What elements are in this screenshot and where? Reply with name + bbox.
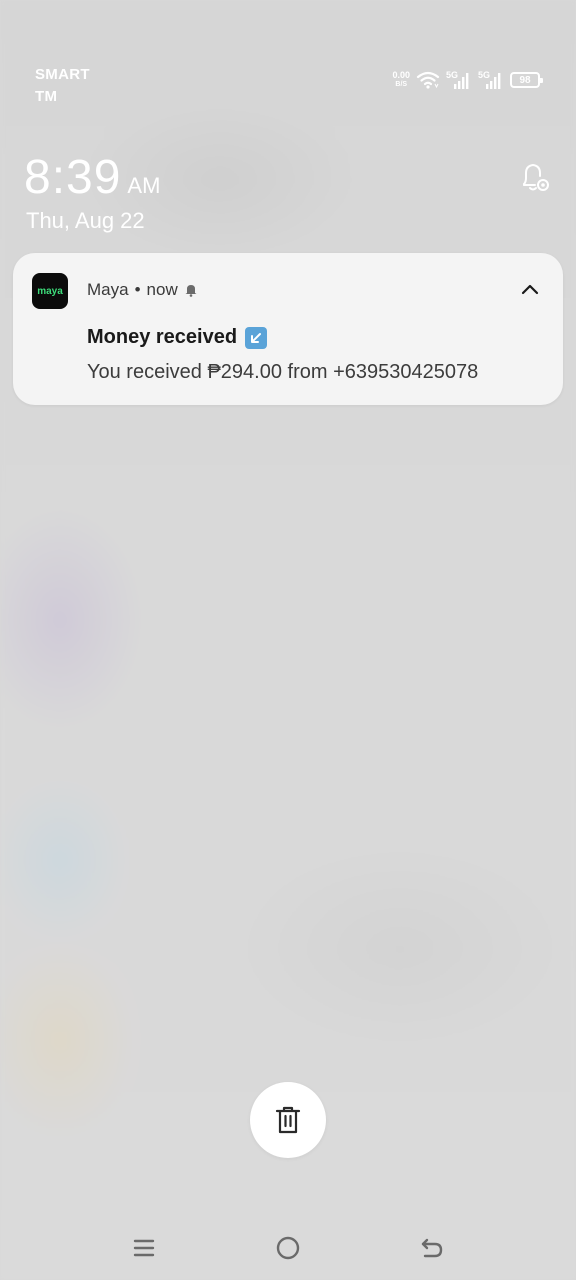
back-button[interactable] <box>418 1234 446 1262</box>
notification-title-text: Money received <box>87 326 238 348</box>
back-icon <box>421 1238 443 1258</box>
carrier-line2: TM <box>35 88 58 105</box>
menu-icon <box>133 1239 155 1257</box>
header-separator: • <box>134 280 141 299</box>
notification-card[interactable]: maya Maya • now Money received You recei… <box>13 253 563 405</box>
signal-sim2: 5G <box>478 70 504 90</box>
carrier-label: SMART TM <box>35 64 90 108</box>
clock-time: 8:39 <box>24 151 122 204</box>
notification-settings-icon[interactable] <box>518 160 552 196</box>
notification-body: You received ₱294.00 from +639530425078 <box>87 361 479 383</box>
signal-icon <box>454 73 469 89</box>
notification-title: Money received <box>87 326 268 349</box>
notification-header: Maya • now <box>87 280 198 300</box>
clock-ampm: AM <box>127 173 161 198</box>
notification-app-name: Maya <box>87 280 129 299</box>
wifi-icon <box>416 71 440 89</box>
battery-icon: 98 <box>510 72 543 88</box>
battery-level: 98 <box>519 74 531 86</box>
notification-timestamp: now <box>146 280 178 299</box>
recents-button[interactable] <box>130 1234 158 1262</box>
status-icons: 0.00 B/S 5G 5G 98 <box>392 70 543 90</box>
app-icon-text: maya <box>37 285 63 297</box>
home-button[interactable] <box>274 1234 302 1262</box>
lockscreen-clock: 8:39 AM <box>24 150 160 205</box>
chevron-up-icon[interactable] <box>517 277 543 303</box>
network-speed-value: 0.00 <box>392 70 410 80</box>
signal-icon <box>486 73 501 89</box>
network-speed: 0.00 B/S <box>392 71 410 89</box>
trash-icon <box>275 1106 301 1134</box>
lockscreen-date: Thu, Aug 22 <box>26 208 145 233</box>
home-icon <box>276 1236 300 1260</box>
maya-app-icon: maya <box>32 273 68 309</box>
network-speed-unit: B/S <box>395 81 408 88</box>
carrier-line1: SMART <box>35 66 90 83</box>
navigation-bar <box>0 1220 576 1276</box>
bell-icon <box>185 285 197 297</box>
signal-sim1: 5G <box>446 70 472 90</box>
clear-all-button[interactable] <box>250 1082 326 1158</box>
arrow-down-left-icon <box>245 326 268 349</box>
